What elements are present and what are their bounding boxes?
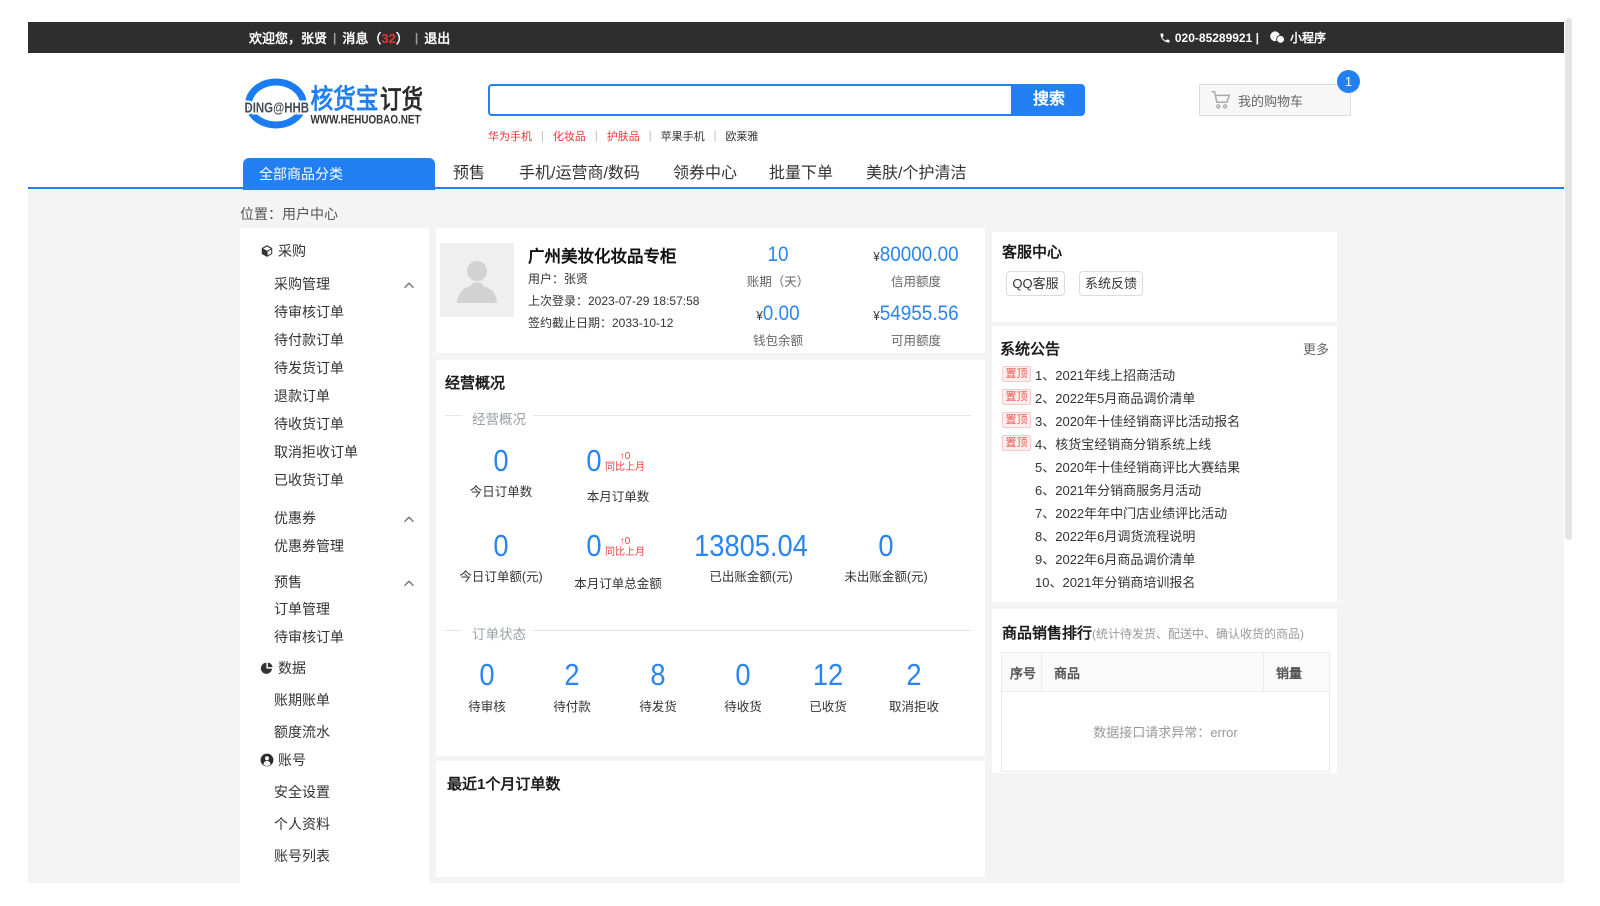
svg-text:DING@HHB: DING@HHB [245,101,310,117]
svg-text:订货: 订货 [380,85,423,115]
svg-text:WWW.HEHUOBAO.NET: WWW.HEHUOBAO.NET [311,115,421,127]
svg-text:核货宝: 核货宝 [311,84,379,115]
